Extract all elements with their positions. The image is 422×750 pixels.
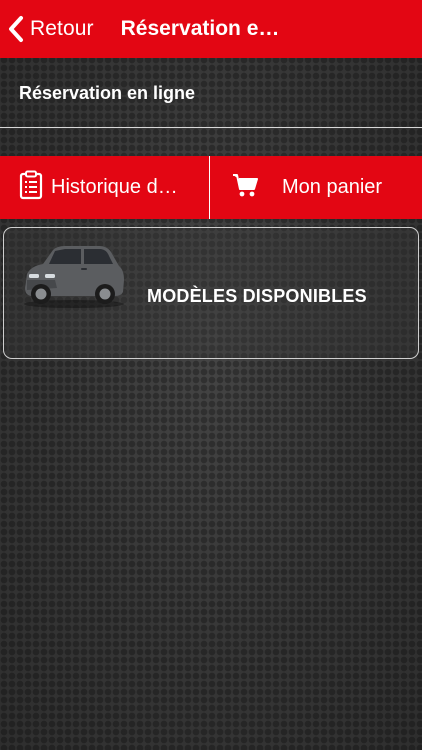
- car-image: [19, 240, 129, 317]
- section-header: Réservation en ligne: [0, 58, 422, 128]
- history-label: Historique d…: [51, 176, 178, 198]
- shopping-cart-icon: [232, 172, 260, 203]
- cart-label: Mon panier: [282, 176, 383, 198]
- back-label: Retour: [30, 17, 94, 40]
- cart-button[interactable]: Mon panier: [209, 156, 422, 219]
- available-models-card[interactable]: MODÈLES DISPONIBLES: [3, 227, 419, 359]
- history-button[interactable]: Historique d…: [0, 156, 209, 219]
- chevron-left-icon: [8, 15, 24, 43]
- action-bar: Historique d… Mon panier: [0, 156, 422, 219]
- navigation-bar: Retour Réservation e…: [0, 0, 422, 58]
- section-title: Réservation en ligne: [19, 83, 196, 103]
- available-models-label: MODÈLES DISPONIBLES: [147, 286, 367, 306]
- back-button[interactable]: Retour: [0, 0, 94, 58]
- page-title: Réservation e…: [120, 17, 280, 40]
- clipboard-icon: [19, 170, 43, 205]
